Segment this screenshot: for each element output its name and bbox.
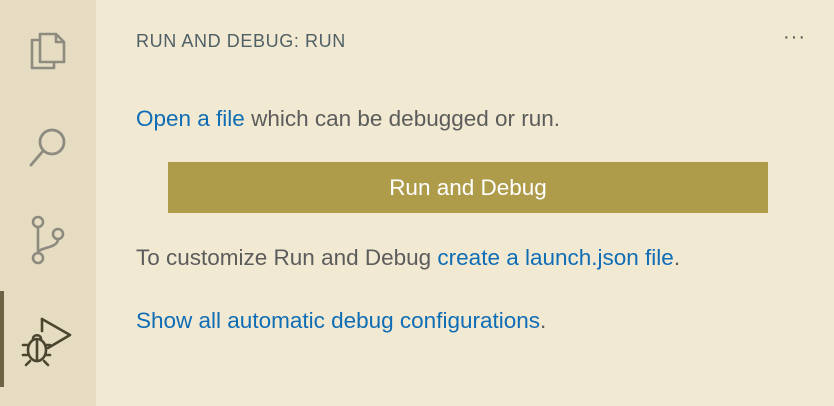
run-and-debug-button[interactable]: Run and Debug — [168, 162, 768, 213]
vscode-window: RUN AND DEBUG: RUN ··· Open a file which… — [0, 0, 834, 406]
activity-item-search[interactable] — [0, 105, 96, 191]
panel-title: RUN AND DEBUG: RUN — [136, 31, 346, 51]
run-debug-panel: RUN AND DEBUG: RUN ··· Open a file which… — [96, 0, 834, 406]
activity-item-explorer[interactable] — [0, 5, 96, 91]
customize-end: . — [673, 245, 681, 270]
open-file-message: Open a file which can be debugged or run… — [136, 106, 560, 132]
activity-item-source-control[interactable] — [0, 197, 96, 283]
customize-message: To customize Run and Debug create a laun… — [136, 245, 680, 271]
show-configs-message: Show all automatic debug configurations. — [136, 308, 546, 334]
search-icon — [24, 124, 72, 172]
show-configs-end: . — [540, 308, 547, 333]
files-icon — [24, 24, 72, 72]
source-control-icon — [24, 212, 72, 268]
open-file-message-text: which can be debugged or run. — [244, 106, 561, 131]
activity-bar — [0, 0, 96, 406]
activity-item-run-debug[interactable] — [0, 291, 96, 387]
run-debug-icon — [20, 311, 76, 367]
show-debug-configurations-link[interactable]: Show all automatic debug configurations — [136, 308, 540, 333]
more-actions-icon[interactable]: ··· — [783, 27, 806, 47]
customize-text: To customize Run and Debug — [136, 245, 438, 270]
create-launch-json-link[interactable]: create a launch.json file — [437, 245, 673, 270]
open-file-link[interactable]: Open a file — [136, 106, 245, 131]
